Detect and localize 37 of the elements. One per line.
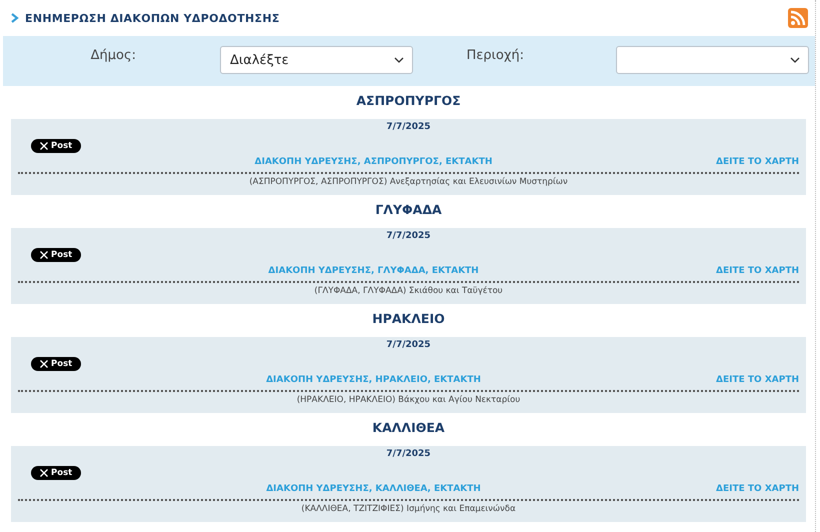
map-link[interactable]: ΔΕΙΤΕ ΤΟ ΧΑΡΤΗ (716, 157, 799, 167)
address-text: (ΑΣΠΡΟΠΥΡΓΟΣ, ΑΣΠΡΟΠΥΡΓΟΣ) Ανεξαρτησίας και Ελευσινίων Μυστηρίων (249, 177, 568, 187)
x-logo-icon (40, 469, 48, 477)
address-text: (ΚΑΛΛΙΘΕΑ, ΤΖΙΤΖΙΦΙΕΣ) Ισμήνης και Επαμεινώνδα (301, 504, 516, 514)
post-button[interactable]: Post (31, 357, 82, 371)
caret-icon (394, 57, 404, 63)
date-label: 7/7/2025 (386, 121, 431, 134)
page-title: ΕΝΗΜΕΡΩΣΗ ΔΙΑΚΟΠΩΝ ΥΔΡΟΔΟΤΗΣΗΣ (25, 12, 281, 24)
date-label: 7/7/2025 (386, 230, 431, 243)
outage-title-link[interactable]: ΔΙΑΚΟΠΗ ΥΔΡΕΥΣΗΣ, ΚΑΛΛΙΘΕΑ, ΕΚΤΑΚΤΗ (31, 484, 716, 494)
outage-title-link[interactable]: ΔΙΑΚΟΠΗ ΥΔΡΕΥΣΗΣ, ΗΡΑΚΛΕΙΟ, ΕΚΤΑΚΤΗ (31, 375, 716, 385)
rss-icon[interactable] (788, 8, 808, 28)
address-text: (ΓΛΥΦΑΔΑ, ΓΛΥΦΑΔΑ) Σκιάθου και Ταϋγέτου (314, 286, 503, 296)
caret-icon (790, 57, 800, 63)
outage-title-link[interactable]: ΔΙΑΚΟΠΗ ΥΔΡΕΥΣΗΣ, ΑΣΠΡΟΠΥΡΓΟΣ, ΕΚΤΑΚΤΗ (31, 157, 716, 167)
post-button[interactable]: Post (31, 466, 82, 480)
post-button[interactable]: Post (31, 248, 82, 262)
filter-label: Περιοχή: (465, 47, 525, 65)
chevron-icon (11, 13, 19, 23)
x-logo-icon (40, 251, 48, 259)
map-link[interactable]: ΔΕΙΤΕ ΤΟ ΧΑΡΤΗ (716, 375, 799, 385)
post-button[interactable]: Post (31, 139, 82, 153)
select-field[interactable]: Διαλέξτε (220, 46, 413, 74)
map-link[interactable]: ΔΕΙΤΕ ΤΟ ΧΑΡΤΗ (716, 484, 799, 494)
select-field[interactable] (616, 46, 809, 74)
map-link[interactable]: ΔΕΙΤΕ ΤΟ ΧΑΡΤΗ (716, 266, 799, 276)
date-label: 7/7/2025 (386, 448, 431, 461)
area-heading: ΚΑΛΛΙΘΕΑ (371, 419, 446, 437)
area-heading: ΗΡΑΚΛΕΙΟ (371, 310, 446, 328)
address-text: (ΗΡΑΚΛΕΙΟ, ΗΡΑΚΛΕΙΟ) Βάκχου και Αγίου Νεκταρίου (296, 395, 520, 405)
x-logo-icon (40, 142, 48, 150)
x-logo-icon (40, 360, 48, 368)
area-heading: ΓΛΥΦΑΔΑ (374, 201, 443, 219)
area-heading: ΑΣΠΡΟΠΥΡΓΟΣ (355, 92, 462, 110)
date-label: 7/7/2025 (386, 339, 431, 352)
outage-title-link[interactable]: ΔΙΑΚΟΠΗ ΥΔΡΕΥΣΗΣ, ΓΛΥΦΑΔΑ, ΕΚΤΑΚΤΗ (31, 266, 716, 276)
filter-label: Δήμος: (90, 47, 137, 65)
